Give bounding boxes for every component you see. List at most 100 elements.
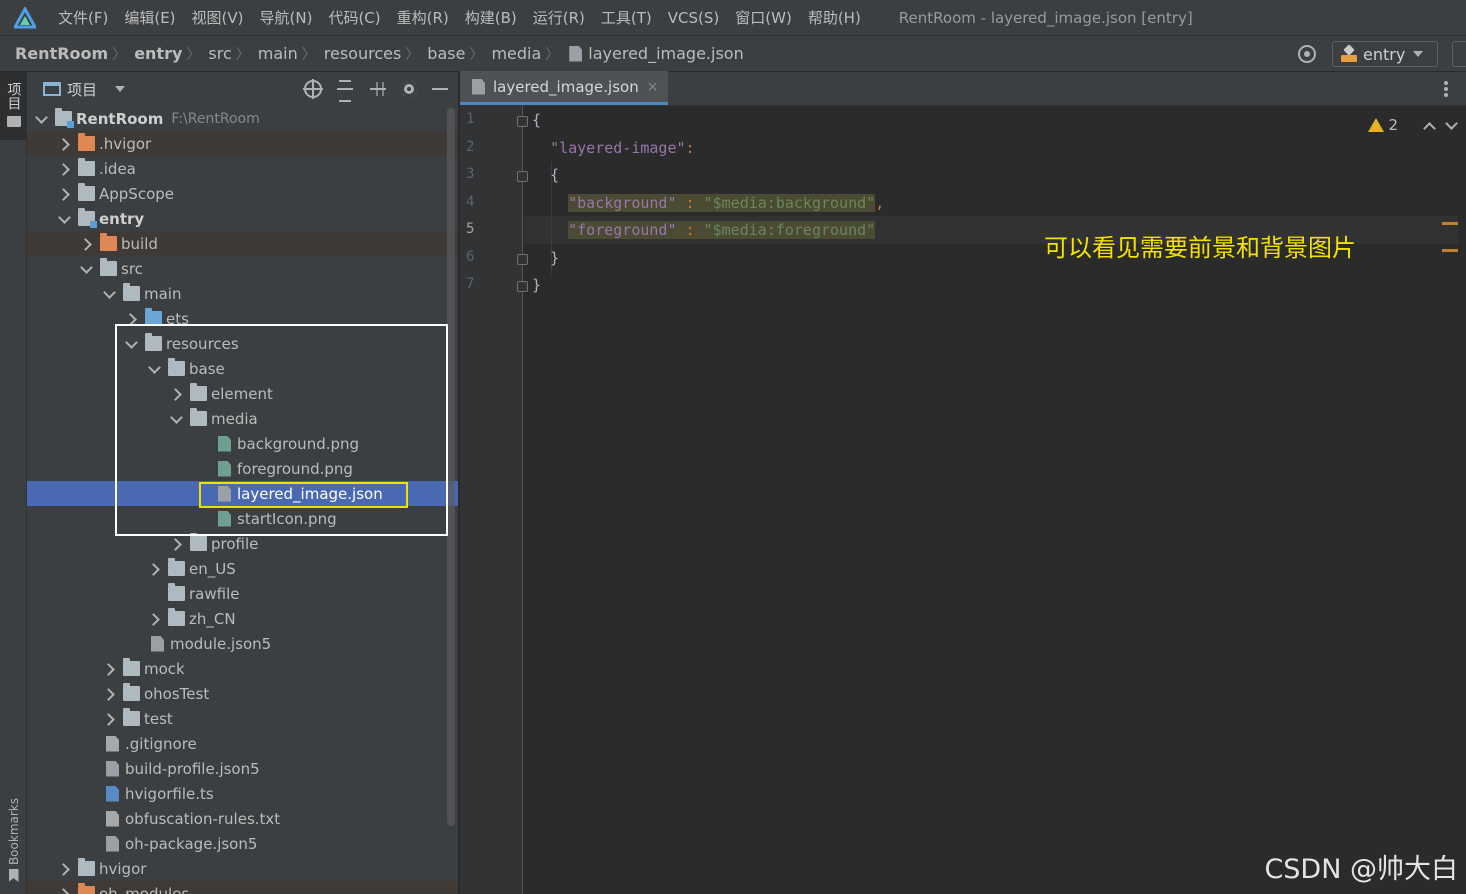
breadcrumb-item-file[interactable]: layered_image.json xyxy=(588,44,743,63)
bookmarks-tool-label: Bookmarks xyxy=(6,797,21,865)
tree-item-gitignore[interactable]: .gitignore xyxy=(27,731,458,756)
run-configuration-select[interactable]: entry xyxy=(1332,41,1438,67)
tree-item-test[interactable]: test xyxy=(27,706,458,731)
tree-item-obfuscation-rules[interactable]: obfuscation-rules.txt xyxy=(27,806,458,831)
device-select[interactable] xyxy=(1452,41,1466,67)
tree-item-background-png[interactable]: background.png xyxy=(27,431,458,456)
breadcrumb-item-src[interactable]: src xyxy=(208,44,231,63)
menu-vcs[interactable]: VCS(S) xyxy=(668,9,719,27)
chevron-right-icon[interactable] xyxy=(168,386,184,402)
chevron-right-icon[interactable] xyxy=(101,686,117,702)
menu-refactor[interactable]: 重构(R) xyxy=(397,7,449,28)
chevron-right-icon[interactable] xyxy=(56,186,72,202)
tree-item-en-us[interactable]: en_US xyxy=(27,556,458,581)
breadcrumb-item-media[interactable]: media xyxy=(491,44,541,63)
chevron-right-icon[interactable] xyxy=(146,561,162,577)
more-options-icon[interactable] xyxy=(1444,81,1448,97)
tree-item-mock[interactable]: mock xyxy=(27,656,458,681)
chevron-right-icon[interactable] xyxy=(146,611,162,627)
menu-window[interactable]: 窗口(W) xyxy=(735,7,792,28)
editor-area: layered_image.json × 1 2 3 4 5 6 7 { "la… xyxy=(460,71,1466,894)
warning-stripe-marker[interactable] xyxy=(1442,249,1458,252)
breadcrumb-separator-icon: 〉 xyxy=(112,46,127,63)
tree-scrollbar[interactable] xyxy=(447,108,455,826)
chevron-down-icon[interactable] xyxy=(168,411,184,427)
chevron-down-icon[interactable] xyxy=(1446,120,1456,130)
tree-item-starticon-png[interactable]: startIcon.png xyxy=(27,506,458,531)
chevron-down-icon[interactable] xyxy=(56,211,72,227)
chevron-down-icon[interactable] xyxy=(146,361,162,377)
minimize-icon[interactable] xyxy=(430,79,450,99)
tree-item-build-profile-json5[interactable]: build-profile.json5 xyxy=(27,756,458,781)
menu-view[interactable]: 视图(V) xyxy=(192,7,244,28)
gear-icon[interactable] xyxy=(401,81,417,97)
breadcrumb-item-base[interactable]: base xyxy=(427,44,465,63)
code-brace: } xyxy=(550,249,560,267)
warning-stripe-marker[interactable] xyxy=(1442,222,1458,225)
tree-item-hvigor-dir[interactable]: .hvigor xyxy=(27,131,458,156)
tree-item-profile[interactable]: profile xyxy=(27,531,458,556)
tree-item-entry[interactable]: entry xyxy=(27,206,458,231)
chevron-right-icon[interactable] xyxy=(56,161,72,177)
chevron-right-icon[interactable] xyxy=(123,311,139,327)
menu-code[interactable]: 代码(C) xyxy=(328,7,380,28)
tree-item-idea[interactable]: .idea xyxy=(27,156,458,181)
chevron-up-icon[interactable] xyxy=(1424,120,1434,130)
tree-item-build[interactable]: build xyxy=(27,231,458,256)
tree-item-hvigorfile-ts[interactable]: hvigorfile.ts xyxy=(27,781,458,806)
breadcrumb-item-module[interactable]: entry xyxy=(134,44,182,63)
menu-run[interactable]: 运行(R) xyxy=(533,7,585,28)
breadcrumb-item-project[interactable]: RentRoom xyxy=(15,44,108,63)
warning-count[interactable]: 2 xyxy=(1388,116,1398,134)
tree-item-foreground-png[interactable]: foreground.png xyxy=(27,456,458,481)
tree-item-ohostest[interactable]: ohosTest xyxy=(27,681,458,706)
tab-layered-image-json[interactable]: layered_image.json × xyxy=(460,71,669,105)
project-tool-button[interactable]: 项目 xyxy=(0,72,27,140)
warning-icon[interactable] xyxy=(1368,118,1385,132)
expand-all-icon[interactable] xyxy=(335,79,355,102)
chevron-down-icon[interactable] xyxy=(78,261,94,277)
tree-item-base[interactable]: base xyxy=(27,356,458,381)
menu-edit[interactable]: 编辑(E) xyxy=(124,7,175,28)
chevron-right-icon[interactable] xyxy=(101,711,117,727)
tree-item-main[interactable]: main xyxy=(27,281,458,306)
chevron-right-icon[interactable] xyxy=(56,886,72,894)
tree-item-hvigor[interactable]: hvigor xyxy=(27,856,458,881)
chevron-down-icon[interactable] xyxy=(123,336,139,352)
breadcrumb-item-resources[interactable]: resources xyxy=(324,44,402,63)
collapse-all-icon[interactable] xyxy=(368,79,388,99)
tree-item-oh-package-json5[interactable]: oh-package.json5 xyxy=(27,831,458,856)
chevron-right-icon[interactable] xyxy=(56,861,72,877)
tree-item-resources[interactable]: resources xyxy=(27,331,458,356)
project-panel-title[interactable]: 项目 xyxy=(67,79,97,100)
menu-help[interactable]: 帮助(H) xyxy=(808,7,861,28)
menu-build[interactable]: 构建(B) xyxy=(465,7,517,28)
tree-item-rawfile[interactable]: rawfile xyxy=(27,581,458,606)
chevron-down-icon[interactable] xyxy=(115,86,126,92)
menu-tools[interactable]: 工具(T) xyxy=(601,7,652,28)
chevron-right-icon[interactable] xyxy=(78,236,94,252)
tree-item-src[interactable]: src xyxy=(27,256,458,281)
chevron-down-icon[interactable] xyxy=(101,286,117,302)
bookmarks-tool-button[interactable]: Bookmarks xyxy=(0,798,27,882)
tree-item-rentroom[interactable]: RentRoom F:\RentRoom xyxy=(27,106,458,131)
chevron-right-icon[interactable] xyxy=(101,661,117,677)
tree-item-media[interactable]: media xyxy=(27,406,458,431)
chevron-down-icon[interactable] xyxy=(33,111,49,127)
target-device-icon[interactable] xyxy=(1298,45,1316,63)
tree-item-zh-cn[interactable]: zh_CN xyxy=(27,606,458,631)
locate-file-icon[interactable] xyxy=(303,79,323,99)
chevron-right-icon[interactable] xyxy=(56,136,72,152)
tree-item-oh-modules[interactable]: oh_modules xyxy=(27,881,458,894)
tree-item-module-json5[interactable]: module.json5 xyxy=(27,631,458,656)
tree-item-element[interactable]: element xyxy=(27,381,458,406)
chevron-right-icon[interactable] xyxy=(168,536,184,552)
tree-item-layered-image-json[interactable]: layered_image.json xyxy=(27,481,458,506)
menu-file[interactable]: 文件(F) xyxy=(58,7,108,28)
tree-item-ets[interactable]: ets xyxy=(27,306,458,331)
tree-item-appscope[interactable]: AppScope xyxy=(27,181,458,206)
close-icon[interactable]: × xyxy=(647,79,659,95)
breadcrumb-item-main[interactable]: main xyxy=(258,44,298,63)
menu-navigate[interactable]: 导航(N) xyxy=(260,7,313,28)
code-editor[interactable]: { "layered-image": { "background" : "$me… xyxy=(524,106,1466,894)
